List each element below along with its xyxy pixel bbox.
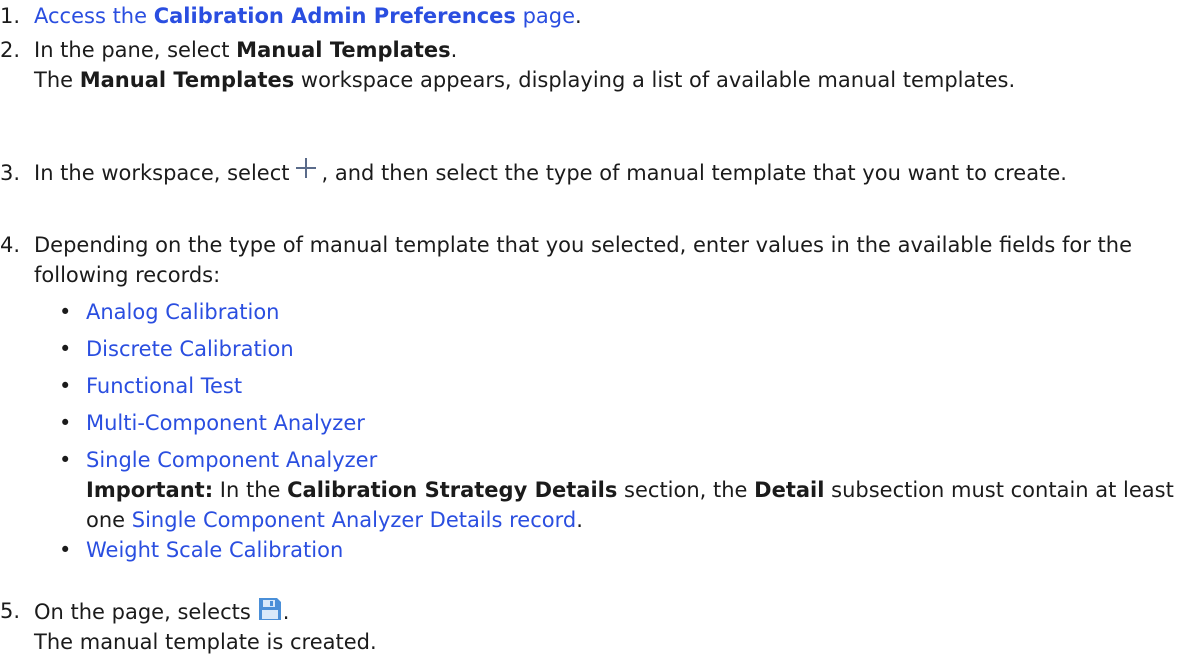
step-3: 3. In the workspace, select , and then se… bbox=[0, 158, 1188, 188]
link-suffix: page bbox=[515, 4, 576, 28]
step-instruction: Depending on the type of manual template… bbox=[34, 233, 1133, 287]
instruction-text: In the workspace, select bbox=[34, 161, 290, 185]
single-component-analyzer-link[interactable]: Single Component Analyzer bbox=[86, 448, 377, 472]
step-instruction: On the page, selects . bbox=[34, 596, 1188, 627]
result-text: The bbox=[34, 68, 80, 92]
bullet: • bbox=[59, 538, 72, 562]
list-item: • Discrete Calibration bbox=[34, 334, 1188, 371]
result-text-post: workspace appears, displaying a list of … bbox=[294, 68, 1016, 92]
instruction-punct: . bbox=[450, 38, 458, 62]
note-text: section, the bbox=[617, 478, 755, 502]
bullet: • bbox=[59, 300, 72, 324]
save-icon bbox=[258, 598, 281, 620]
plus-icon bbox=[295, 158, 316, 178]
weight-scale-calibration-link[interactable]: Weight Scale Calibration bbox=[86, 538, 343, 562]
multi-component-analyzer-link[interactable]: Multi-Component Analyzer bbox=[86, 411, 365, 435]
instruction-bold: Manual Templates bbox=[236, 38, 451, 62]
step-number: 5. bbox=[0, 599, 21, 623]
link-bold-text: Calibration Admin Preferences bbox=[153, 4, 516, 28]
bullet: • bbox=[59, 337, 72, 361]
instruction-text: On the page, selects bbox=[34, 600, 251, 624]
list-item: • Weight Scale Calibration bbox=[34, 535, 1188, 572]
step-instruction: In the workspace, select , and then selec… bbox=[34, 158, 1188, 188]
step-number: 3. bbox=[0, 161, 21, 185]
instruction-text-post: , and then select the type of manual tem… bbox=[321, 161, 1067, 185]
list-item: • Single Component Analyzer Important: In… bbox=[34, 445, 1188, 535]
bullet: • bbox=[59, 374, 72, 398]
analog-calibration-link[interactable]: Analog Calibration bbox=[86, 300, 280, 324]
discrete-calibration-link[interactable]: Discrete Calibration bbox=[86, 337, 294, 361]
step-number: 1. bbox=[0, 4, 21, 28]
step-result: The manual template is created. bbox=[34, 630, 377, 654]
bullet: • bbox=[59, 411, 72, 435]
records-list: • Analog Calibration • Discrete Calibratio… bbox=[34, 297, 1188, 572]
important-note: Important: In the Calibration Strategy D… bbox=[86, 475, 1188, 535]
step-2: 2. In the pane, select Manual Templates.… bbox=[0, 35, 1188, 95]
calibration-admin-preferences-link[interactable]: Access the Calibration Admin Preferences… bbox=[34, 4, 575, 28]
note-bold: Detail bbox=[754, 478, 825, 502]
list-item: • Analog Calibration bbox=[34, 297, 1188, 334]
link-text: Access the bbox=[34, 4, 154, 28]
step-5: 5. On the page, selects . The manual tem… bbox=[0, 596, 1188, 657]
list-item: • Functional Test bbox=[34, 371, 1188, 408]
step-1: 1. Access the Calibration Admin Preferen… bbox=[0, 1, 1188, 31]
step-punctuation: . bbox=[575, 4, 582, 28]
note-label: Important: bbox=[86, 478, 214, 502]
step-number: 2. bbox=[0, 38, 21, 62]
bullet: • bbox=[59, 448, 72, 472]
single-component-analyzer-details-link[interactable]: Single Component Analyzer Details record bbox=[132, 508, 576, 532]
instruction-punct: . bbox=[282, 600, 290, 624]
result-bold: Manual Templates bbox=[79, 68, 295, 92]
functional-test-link[interactable]: Functional Test bbox=[86, 374, 242, 398]
instruction-text: In the pane, select bbox=[34, 38, 237, 62]
note-punct: . bbox=[576, 508, 583, 532]
step-number: 4. bbox=[0, 233, 21, 257]
step-result: The Manual Templates workspace appears, … bbox=[34, 65, 1188, 95]
note-bold: Calibration Strategy Details bbox=[287, 478, 618, 502]
procedure-page: 1. Access the Calibration Admin Preferen… bbox=[0, 0, 1196, 666]
step-4: 4. Depending on the type of manual templ… bbox=[0, 230, 1188, 572]
note-text: In the bbox=[213, 478, 288, 502]
step-instruction: In the pane, select Manual Templates. bbox=[34, 35, 1188, 65]
list-item: • Multi-Component Analyzer bbox=[34, 408, 1188, 445]
